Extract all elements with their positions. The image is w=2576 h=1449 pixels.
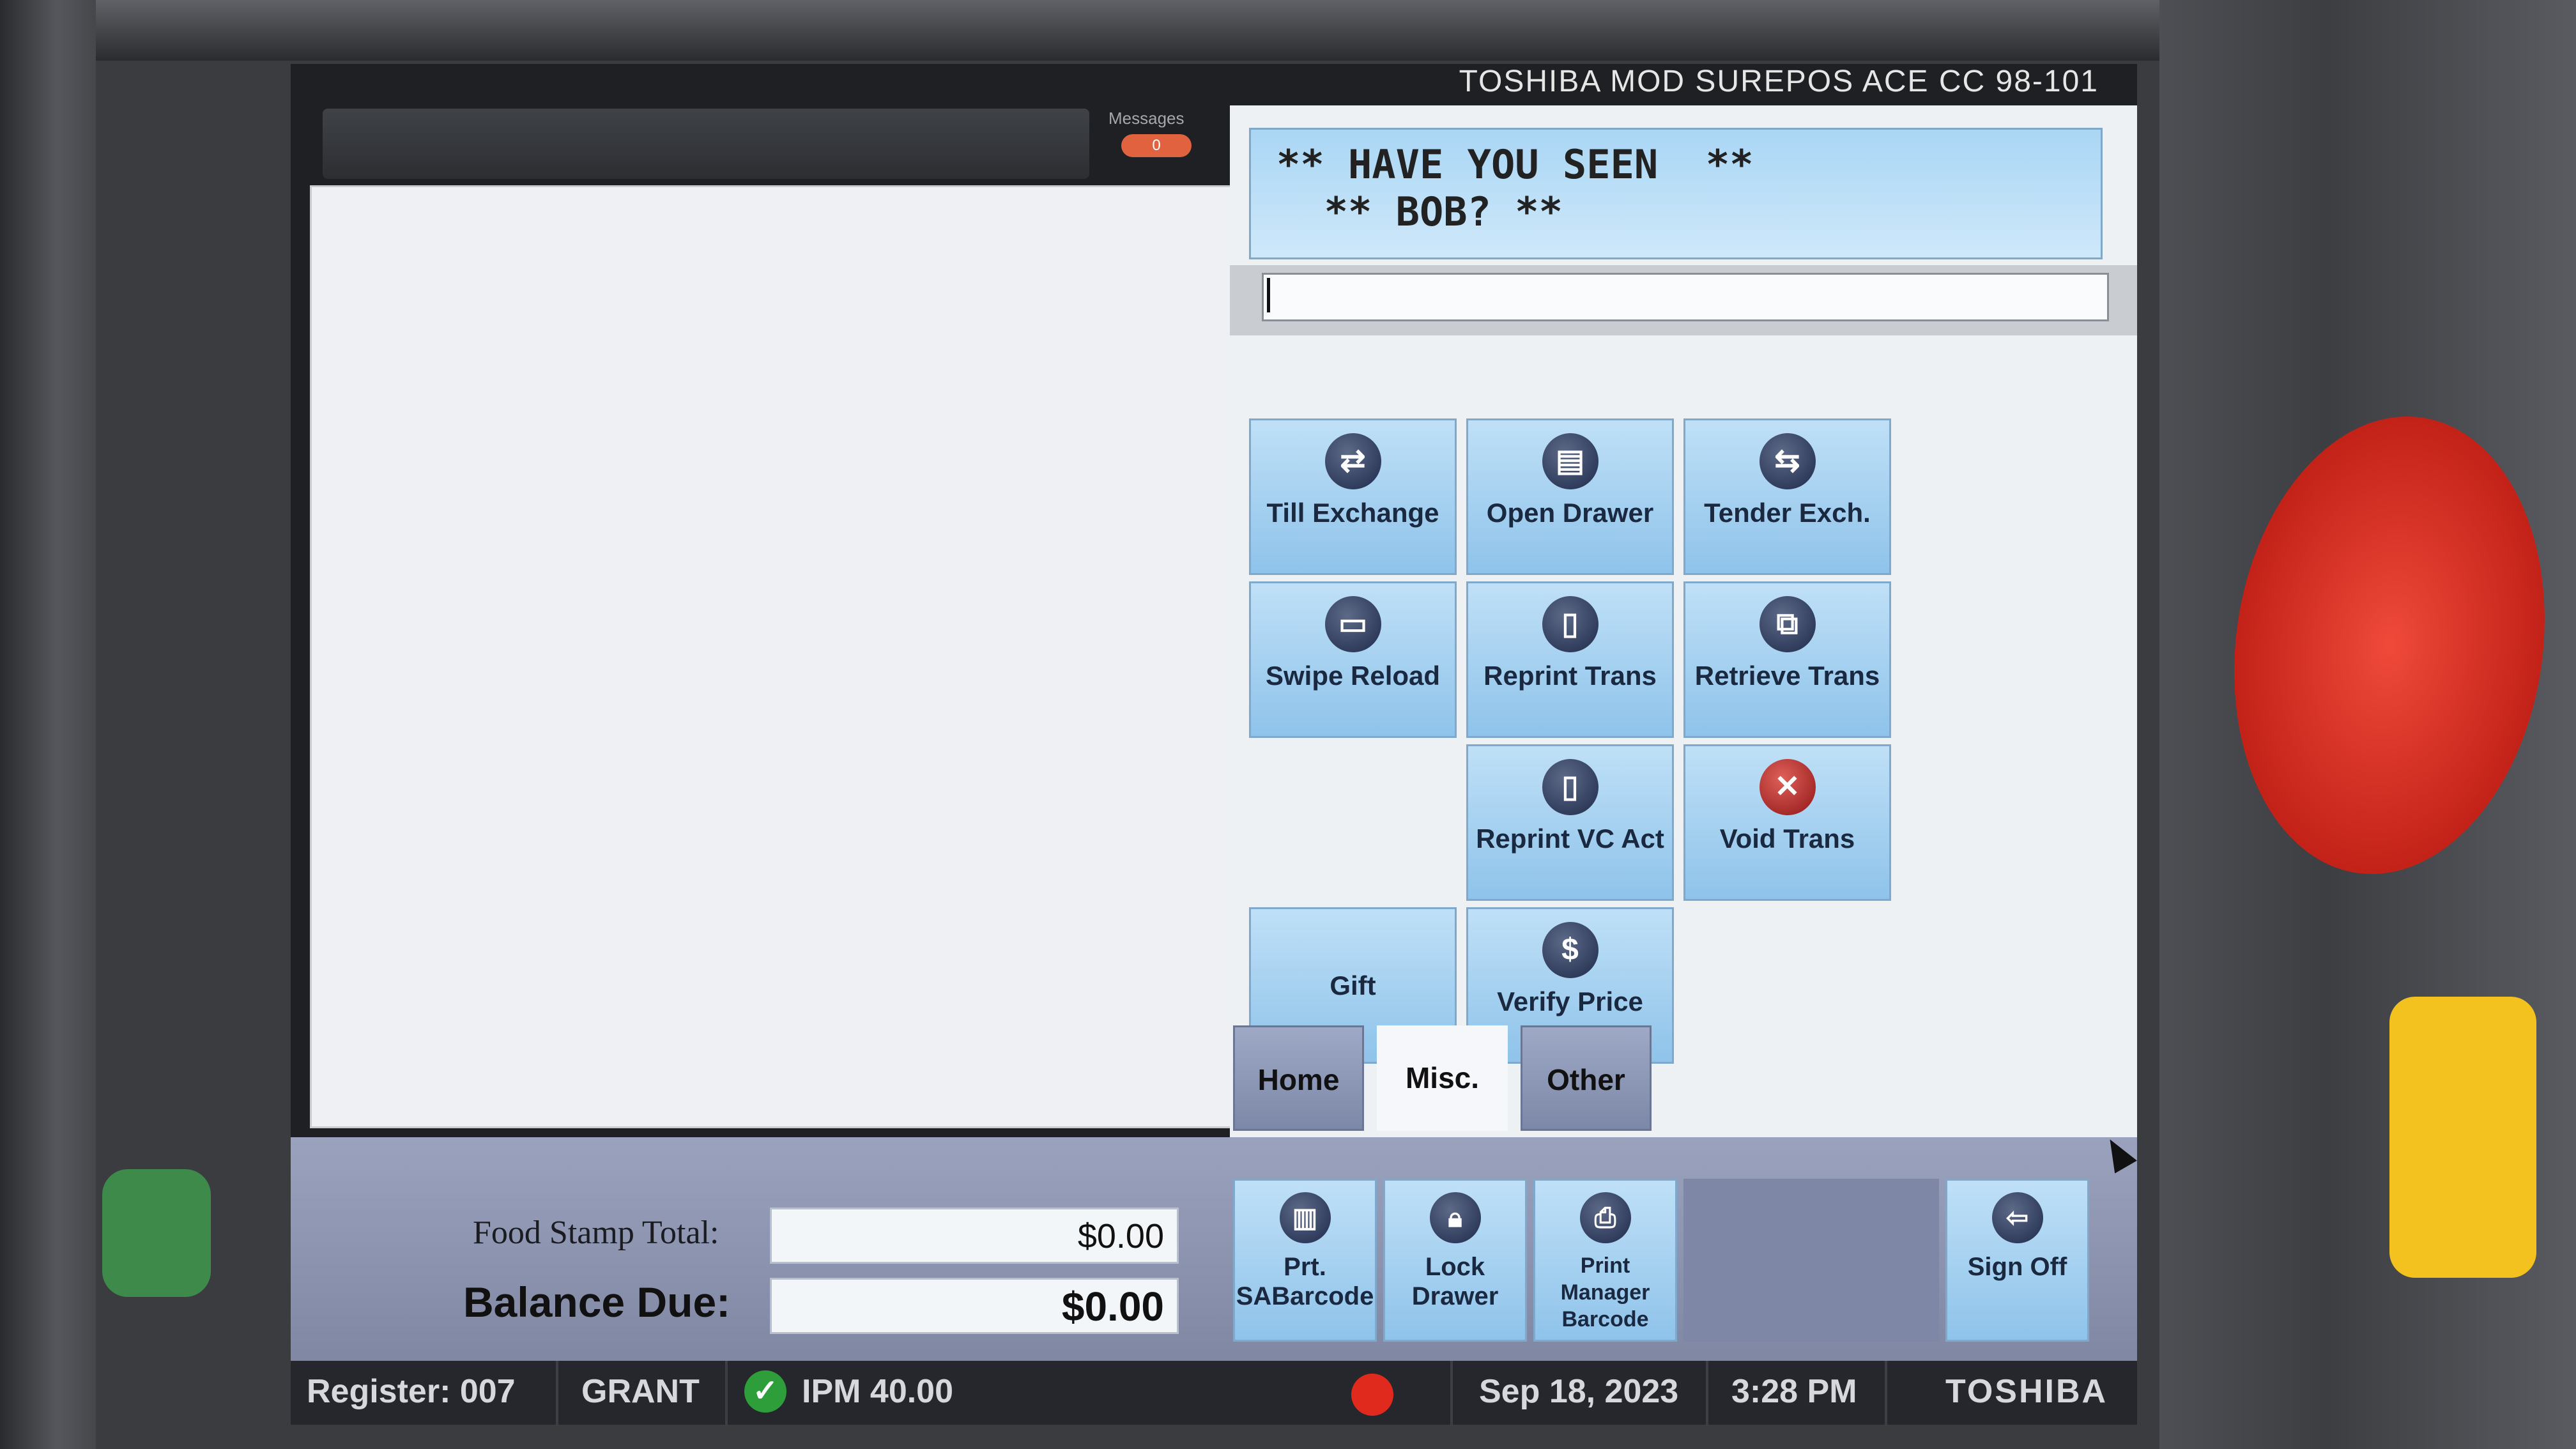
lock-drawer-button[interactable]: 🔒︎ Lock Drawer — [1383, 1179, 1527, 1342]
alert-indicator-icon — [1351, 1374, 1393, 1416]
tab-misc[interactable]: Misc. — [1377, 1025, 1508, 1131]
model-label: TOSHIBA MOD SUREPOS ACE CC 98-101 — [1459, 65, 2099, 98]
retrieve-trans-button[interactable]: ⧉ Retrieve Trans — [1683, 581, 1891, 738]
tab-home[interactable]: Home — [1233, 1025, 1364, 1131]
marquee-line-1: ** HAVE YOU SEEN ** — [1276, 141, 1754, 188]
receipt-area — [310, 185, 1246, 1128]
till-exchange-button[interactable]: ⇄ Till Exchange — [1249, 418, 1457, 575]
sign-off-icon: ⇦ — [1991, 1192, 2043, 1243]
marquee-line-2: ** BOB? ** — [1276, 188, 1563, 235]
barcode-icon: ▥ — [1279, 1192, 1331, 1243]
register-number: Register: 007 — [307, 1373, 516, 1410]
text-cursor — [1267, 278, 1270, 312]
marquee-display: ** HAVE YOU SEEN ** ** BOB? ** — [1249, 128, 2103, 259]
function-panel: ** HAVE YOU SEEN ** ** BOB? ** ⇄ Till Ex… — [1230, 105, 2137, 1137]
food-stamp-total-label: Food Stamp Total: — [473, 1215, 719, 1251]
balance-due-value: $0.00 — [770, 1278, 1179, 1334]
balance-due-label: Balance Due: — [463, 1278, 731, 1326]
till-exchange-icon: ⇄ — [1324, 433, 1381, 489]
reprint-vc-act-button[interactable]: ▯ Reprint VC Act — [1466, 744, 1674, 901]
receipt-icon: ▯ — [1542, 596, 1598, 652]
check-icon: ✓ — [744, 1370, 786, 1413]
open-drawer-button[interactable]: ▤ Open Drawer — [1466, 418, 1674, 575]
status-date: Sep 18, 2023 — [1479, 1373, 1679, 1410]
sign-off-button[interactable]: ⇦ Sign Off — [1945, 1179, 2089, 1342]
produce-sticker — [102, 1169, 211, 1297]
tender-exchange-button[interactable]: ⇆ Tender Exch. — [1683, 418, 1891, 575]
chiquita-sticker — [2389, 997, 2536, 1278]
messages-label: Messages — [1108, 109, 1184, 128]
void-trans-button[interactable]: ✕ Void Trans — [1683, 744, 1891, 901]
monitor-bezel-top — [96, 0, 2159, 61]
empty-button-slot — [1683, 1179, 1939, 1342]
receipt-icon: ▯ — [1542, 759, 1598, 815]
printer-icon: ⎙ — [1579, 1192, 1631, 1243]
swipe-reload-button[interactable]: ▭ Swipe Reload — [1249, 581, 1457, 738]
entry-input[interactable] — [1262, 273, 2109, 321]
open-drawer-icon: ▤ — [1542, 433, 1598, 489]
messages-count-badge[interactable]: 0 — [1121, 134, 1192, 157]
retrieve-icon: ⧉ — [1759, 596, 1816, 652]
print-manager-barcode-button[interactable]: ⎙ Print Manager Barcode — [1533, 1179, 1677, 1342]
tender-exchange-icon: ⇆ — [1759, 433, 1816, 489]
reprint-trans-button[interactable]: ▯ Reprint Trans — [1466, 581, 1674, 738]
food-stamp-total-value: $0.00 — [770, 1208, 1179, 1264]
status-time: 3:28 PM — [1731, 1373, 1857, 1410]
pos-screen: TOSHIBA MOD SUREPOS ACE CC 98-101 Messag… — [291, 64, 2137, 1425]
tab-other[interactable]: Other — [1521, 1025, 1652, 1131]
brand-logo: TOSHIBA — [1945, 1373, 2108, 1410]
card-icon: ▭ — [1324, 596, 1381, 652]
message-bar — [323, 109, 1089, 179]
price-check-icon: $ — [1542, 922, 1598, 978]
print-sabarcode-button[interactable]: ▥ Prt. SABarcode — [1233, 1179, 1377, 1342]
lock-icon: 🔒︎ — [1429, 1192, 1481, 1243]
monitor-bezel-left — [0, 0, 96, 1449]
status-bar: Register: 007 GRANT ✓ IPM 40.00 Sep 18, … — [291, 1361, 2137, 1425]
x-icon: ✕ — [1759, 759, 1816, 815]
operator-name: GRANT — [581, 1373, 700, 1410]
ipm-rate: IPM 40.00 — [802, 1373, 954, 1410]
